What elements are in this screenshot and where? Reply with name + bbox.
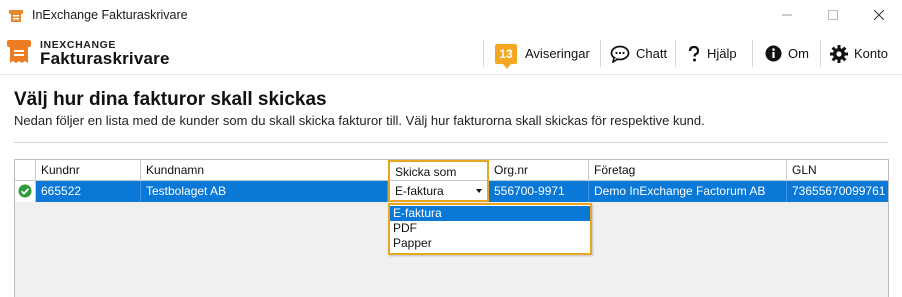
info-icon — [765, 45, 782, 62]
divider — [14, 142, 888, 143]
column-header-orgnr[interactable]: Org.nr — [489, 160, 589, 180]
gear-icon — [830, 44, 848, 63]
nav-about[interactable]: Om — [765, 32, 809, 75]
row-status — [15, 181, 36, 202]
send-as-dropdown-list: E-faktura PDF Papper — [388, 203, 592, 255]
column-header-kundnamn[interactable]: Kundnamn — [141, 160, 389, 180]
send-as-combobox[interactable]: E-faktura — [388, 181, 489, 202]
logo-icon — [7, 38, 31, 65]
grid-header: Kundnr Kundnamn Skicka som Org.nr Företa… — [15, 160, 888, 181]
check-circle-icon — [18, 184, 32, 198]
question-icon — [687, 45, 701, 62]
dropdown-option-e-faktura[interactable]: E-faktura — [390, 206, 590, 221]
nav-separator — [675, 40, 676, 67]
row-header-corner — [15, 160, 36, 180]
account-label: Konto — [854, 46, 888, 61]
close-button[interactable] — [856, 0, 902, 32]
nav-chat[interactable]: Chatt — [610, 32, 667, 75]
app-header: INEXCHANGE Fakturaskrivare 13 Aviseringa… — [0, 32, 902, 75]
minimize-icon — [782, 14, 792, 16]
column-header-kundnr[interactable]: Kundnr — [36, 160, 141, 180]
nav-notifications[interactable]: 13 Aviseringar — [495, 32, 590, 75]
table-row[interactable]: 665522 Testbolaget AB E-faktura 556700-9… — [15, 181, 888, 202]
customer-grid: Kundnr Kundnamn Skicka som Org.nr Företa… — [14, 159, 889, 297]
dropdown-option-pdf[interactable]: PDF — [390, 221, 590, 236]
nav-help[interactable]: Hjälp — [687, 32, 737, 75]
nav-account[interactable]: Konto — [830, 32, 888, 75]
chat-icon — [610, 45, 630, 63]
dropdown-option-papper[interactable]: Papper — [390, 236, 590, 251]
title-bar: InExchange Fakturaskrivare — [0, 0, 902, 32]
minimize-button[interactable] — [764, 0, 810, 32]
maximize-button[interactable] — [810, 0, 856, 32]
window-title: InExchange Fakturaskrivare — [32, 8, 188, 22]
column-header-foretag[interactable]: Företag — [589, 160, 787, 180]
send-as-value: E-faktura — [395, 184, 444, 198]
cell-foretag[interactable]: Demo InExchange Factorum AB — [589, 181, 787, 202]
app-icon — [9, 9, 23, 23]
chevron-down-icon[interactable] — [476, 189, 482, 193]
nav-separator — [483, 40, 484, 67]
logo-product: Fakturaskrivare — [40, 49, 170, 68]
page-description: Nedan följer en lista med de kunder som … — [14, 113, 705, 128]
nav-separator — [820, 40, 821, 67]
maximize-icon — [828, 10, 838, 20]
column-header-skicka-som[interactable]: Skicka som — [388, 160, 489, 181]
about-label: Om — [788, 46, 809, 61]
cell-orgnr[interactable]: 556700-9971 — [489, 181, 589, 202]
nav-separator — [600, 40, 601, 67]
close-icon — [874, 10, 884, 20]
cell-kundnamn[interactable]: Testbolaget AB — [141, 181, 388, 202]
nav-separator — [752, 40, 753, 67]
notifications-badge: 13 — [495, 43, 517, 69]
column-header-gln[interactable]: GLN — [787, 160, 888, 180]
cell-kundnr[interactable]: 665522 — [36, 181, 141, 202]
chat-label: Chatt — [636, 46, 668, 61]
cell-gln[interactable]: 73655670099761 — [787, 181, 888, 202]
notifications-label: Aviseringar — [525, 46, 590, 61]
help-label: Hjälp — [707, 46, 737, 61]
page-title: Välj hur dina fakturor skall skickas — [14, 89, 327, 110]
